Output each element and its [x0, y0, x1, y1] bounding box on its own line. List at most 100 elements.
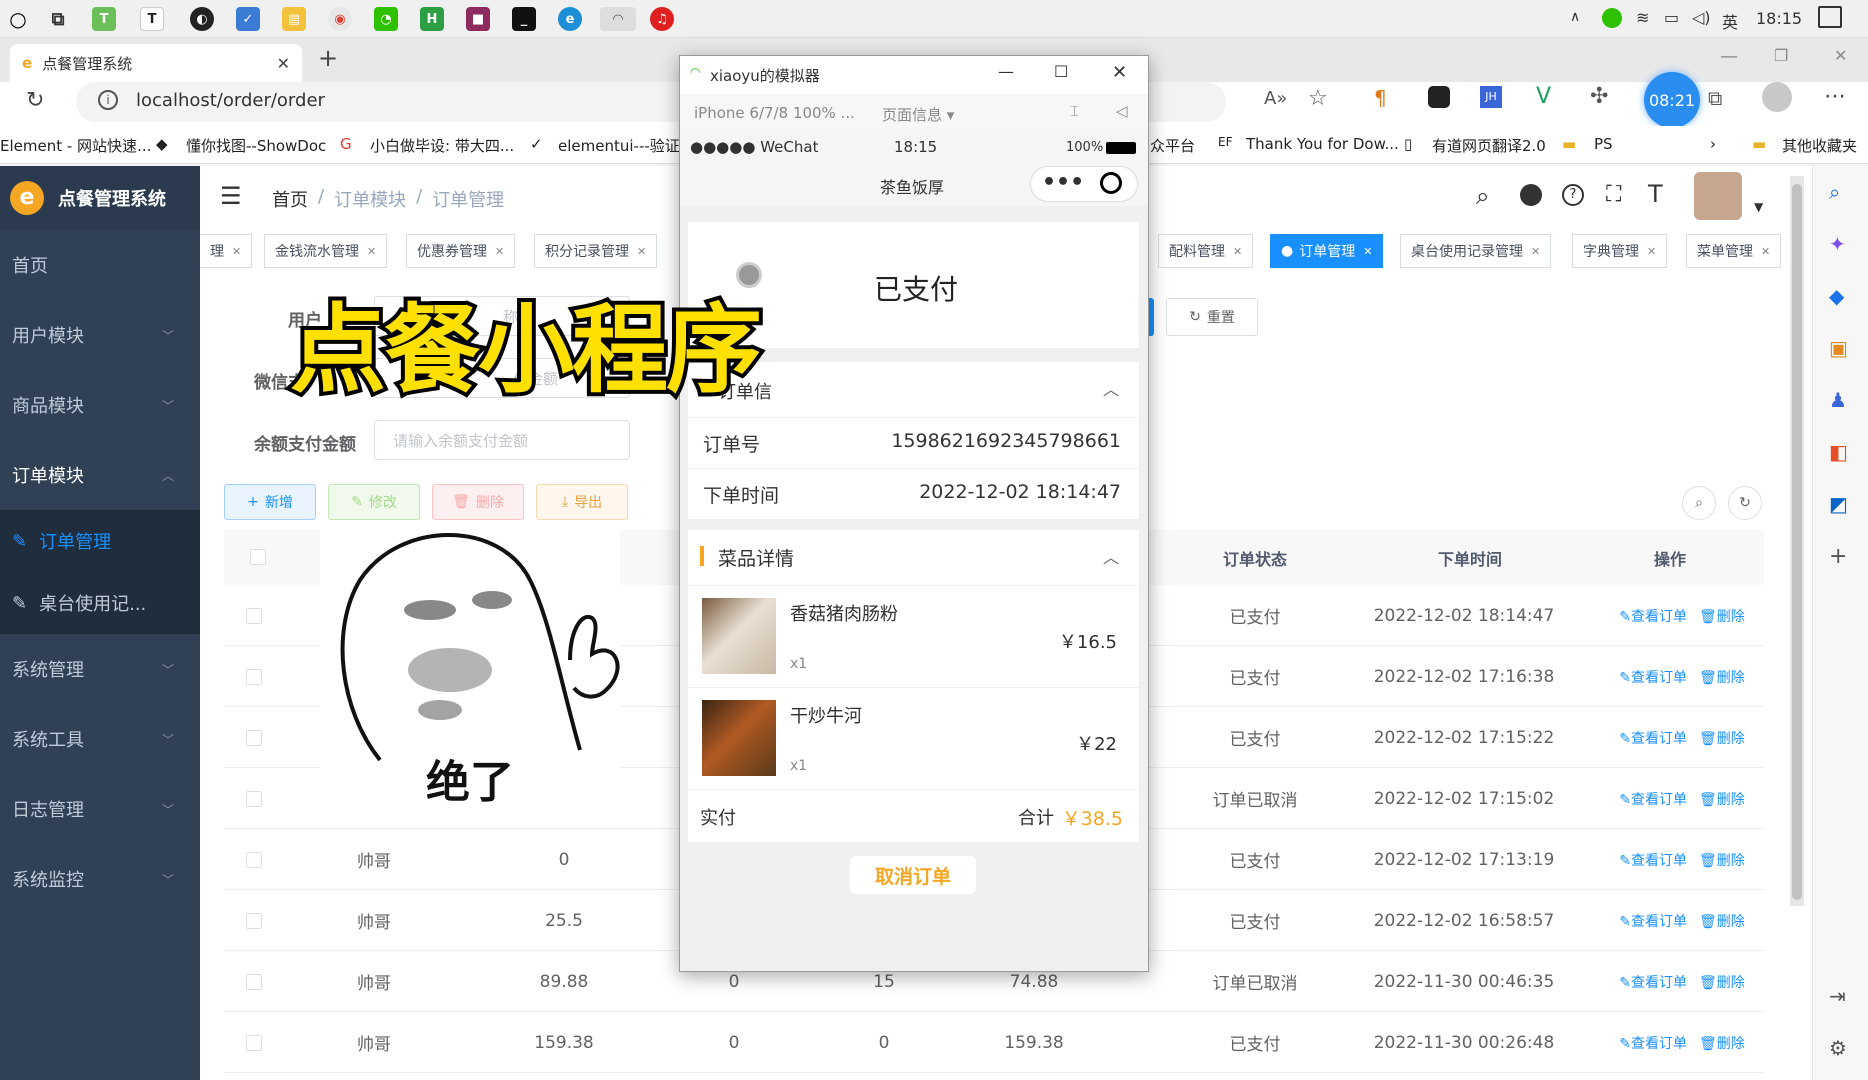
row-checkbox[interactable]: [224, 768, 284, 829]
toggle-search-icon[interactable]: ⌕: [1682, 486, 1716, 520]
edit-button[interactable]: ✎ 修改: [328, 484, 420, 520]
read-aloud-icon[interactable]: A»: [1264, 88, 1287, 109]
minimize-icon[interactable]: —: [998, 62, 1014, 81]
dishes-header[interactable]: 菜品详情 ︿: [688, 530, 1139, 586]
typora-icon[interactable]: T: [140, 7, 164, 31]
github-icon[interactable]: [1520, 184, 1542, 206]
tag-item[interactable]: 字典管理 ✕: [1572, 234, 1668, 268]
maximize-icon[interactable]: ☐: [1054, 62, 1068, 81]
games-icon[interactable]: ♟: [1829, 388, 1847, 412]
scrollbar-thumb[interactable]: [1792, 184, 1802, 900]
close-icon[interactable]: ✕: [232, 245, 241, 258]
notification-icon[interactable]: [1818, 6, 1842, 28]
extension-jh-icon[interactable]: JH: [1480, 86, 1502, 108]
app-blue-icon[interactable]: ✓: [236, 7, 260, 31]
row-checkbox[interactable]: [224, 951, 284, 1012]
device-selector[interactable]: iPhone 6/7/8 100% ...: [694, 104, 855, 122]
bookmark-item[interactable]: 其他收藏夹: [1782, 135, 1857, 156]
add-icon[interactable]: +: [1829, 544, 1847, 569]
restore-window-icon[interactable]: ❐: [1774, 46, 1788, 65]
sidebar-collapse-icon[interactable]: ⇥: [1829, 984, 1846, 1008]
app-dark-icon[interactable]: ◐: [190, 7, 214, 31]
volume-icon[interactable]: ◁): [1692, 8, 1711, 27]
bookmark-item[interactable]: 小白做毕设: 带大四...: [370, 135, 514, 156]
close-icon[interactable]: ✕: [637, 245, 646, 258]
row-checkbox[interactable]: [224, 1012, 284, 1073]
jetbrains-icon[interactable]: ■: [466, 7, 490, 31]
bookmark-item[interactable]: elementui---验证: [558, 135, 680, 156]
tag-item[interactable]: 配料管理 ✕: [1158, 234, 1254, 268]
info-icon[interactable]: i: [98, 90, 118, 110]
menu-order-management[interactable]: ✎ 订单管理: [0, 510, 200, 572]
view-order-link[interactable]: ✎查看订单: [1619, 911, 1687, 931]
url-text[interactable]: localhost/order/order: [136, 90, 325, 111]
page-info-dropdown[interactable]: 页面信息 ▾: [882, 104, 954, 125]
row-checkbox[interactable]: [224, 646, 284, 707]
hamburger-icon[interactable]: ☰: [220, 182, 242, 210]
close-icon[interactable]: ✕: [1112, 62, 1127, 83]
tag-item[interactable]: 金钱流水管理 ✕: [264, 234, 388, 268]
search-icon[interactable]: ⌕: [1829, 180, 1840, 204]
close-window-icon[interactable]: ✕: [1834, 46, 1847, 65]
extension-dark-icon[interactable]: [1428, 86, 1450, 108]
breadcrumb-item[interactable]: 首页: [272, 186, 308, 212]
view-order-link[interactable]: ✎查看订单: [1619, 606, 1687, 626]
extensions-puzzle-icon[interactable]: ✣: [1590, 84, 1608, 109]
extension-v-icon[interactable]: V: [1536, 84, 1551, 109]
select-all-checkbox[interactable]: [250, 549, 266, 565]
row-checkbox[interactable]: [224, 890, 284, 951]
wechat-devtools-icon[interactable]: ◠: [600, 7, 636, 31]
bookmark-item[interactable]: 懂你找图--ShowDoc: [186, 135, 326, 156]
wechat-icon[interactable]: ◔: [374, 7, 398, 31]
tag-item[interactable]: 桌台使用记录管理 ✕: [1400, 234, 1552, 268]
tag-icon[interactable]: ◆: [1829, 284, 1844, 308]
reset-button[interactable]: ↻ 重置: [1166, 298, 1258, 336]
chevron-up-icon[interactable]: ∧: [1570, 9, 1580, 25]
user-avatar[interactable]: [1694, 172, 1742, 220]
delete-link[interactable]: 🗑删除: [1699, 911, 1745, 931]
extension-pilcrow-icon[interactable]: ¶: [1374, 86, 1387, 110]
tag-item[interactable]: 优惠券管理 ✕: [406, 234, 516, 268]
taskbar-clock[interactable]: 18:15: [1756, 9, 1802, 28]
view-order-link[interactable]: ✎查看订单: [1619, 972, 1687, 992]
new-tab-icon[interactable]: +: [318, 44, 338, 72]
tag-item[interactable]: 积分记录管理 ✕: [534, 234, 658, 268]
cancel-order-button[interactable]: 取消订单: [850, 856, 976, 894]
close-icon[interactable]: ✕: [1531, 245, 1540, 258]
font-size-icon[interactable]: T: [1648, 180, 1663, 208]
menu-home[interactable]: 首页: [0, 230, 200, 300]
add-button[interactable]: + 新增: [224, 484, 316, 520]
close-miniprogram-icon[interactable]: [1100, 172, 1122, 194]
export-button[interactable]: ⤓ 导出: [536, 484, 628, 520]
browser-tab[interactable]: e 点餐管理系统 ✕: [10, 44, 302, 82]
fullscreen-icon[interactable]: ⛶: [1606, 182, 1621, 207]
close-icon[interactable]: ✕: [1363, 245, 1372, 258]
collections-icon[interactable]: ⧉: [1708, 86, 1722, 110]
battery-icon[interactable]: ▭: [1664, 8, 1679, 27]
bookmarks-overflow-icon[interactable]: ›: [1710, 135, 1716, 153]
settings-gear-icon[interactable]: ⚙: [1829, 1036, 1847, 1060]
close-tab-icon[interactable]: ✕: [277, 54, 290, 73]
delete-link[interactable]: 🗑删除: [1699, 972, 1745, 992]
delete-link[interactable]: 🗑删除: [1699, 728, 1745, 748]
dish-item[interactable]: 香菇猪肉肠粉 x1 ￥16.5: [688, 586, 1139, 688]
copilot-sparkle-icon[interactable]: ✦: [1829, 232, 1846, 256]
delete-button[interactable]: 🗑 删除: [432, 484, 524, 520]
bookmark-item[interactable]: PS: [1594, 135, 1613, 153]
wifi-icon[interactable]: ≋: [1636, 8, 1649, 27]
tag-item-active[interactable]: ● 订单管理 ✕: [1270, 234, 1384, 268]
menu-user-module[interactable]: 用户模块 ﹀: [0, 300, 200, 370]
dish-item[interactable]: 干炒牛河 x1 ￥22: [688, 688, 1139, 790]
delete-link[interactable]: 🗑删除: [1699, 850, 1745, 870]
row-checkbox[interactable]: [224, 585, 284, 646]
menu-system-management[interactable]: 系统管理 ﹀: [0, 634, 200, 704]
bookmark-item[interactable]: 众平台: [1150, 135, 1195, 156]
delete-link[interactable]: 🗑删除: [1699, 789, 1745, 809]
bookmark-item[interactable]: Thank You for Dow...: [1246, 135, 1399, 153]
delete-link[interactable]: 🗑删除: [1699, 667, 1745, 687]
office-icon[interactable]: ◧: [1829, 440, 1848, 464]
menu-system-monitor[interactable]: 系统监控 ﹀: [0, 844, 200, 914]
view-order-link[interactable]: ✎查看订单: [1619, 1033, 1687, 1053]
chrome-icon[interactable]: ◉: [328, 7, 352, 31]
clock-badge[interactable]: 08:21: [1644, 72, 1700, 128]
